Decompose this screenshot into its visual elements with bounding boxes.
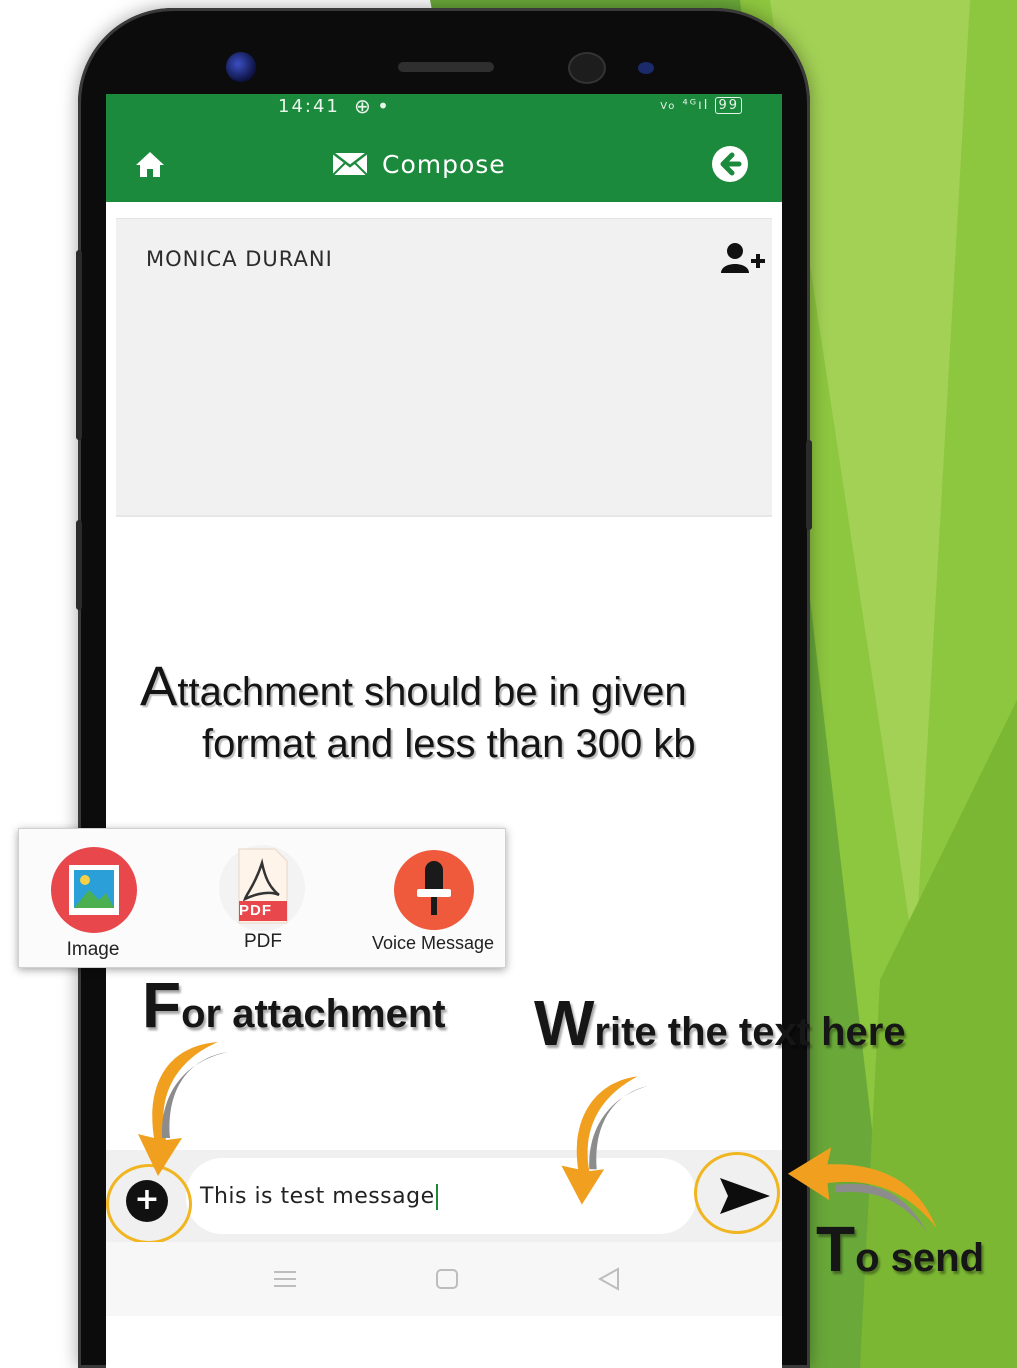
page-title: Compose [382, 149, 506, 179]
callout-write-text-label: rite the text here [594, 1010, 906, 1054]
vpn-icon: ⊕ • [354, 94, 389, 118]
callout-send-text: o send [855, 1236, 984, 1280]
callout-for-attachment: For attachment [142, 968, 446, 1042]
home-icon[interactable] [134, 150, 166, 178]
battery-level: 99 [718, 98, 739, 113]
attach-voice-label: Voice Message [371, 933, 495, 953]
recipient-name: MONICA DURANI [146, 247, 333, 271]
signal-battery-icons: Vo ⁴ᴳıl 99 [660, 97, 742, 114]
attach-image-option[interactable]: Image [23, 829, 163, 967]
image-icon [51, 847, 137, 933]
pdf-badge: PDF [239, 902, 272, 919]
front-camera-icon [226, 52, 256, 82]
recipient-card: MONICA DURANI [116, 218, 772, 517]
menu-icon[interactable] [272, 1266, 298, 1292]
attachment-info-note: Attachment should be in given format and… [140, 658, 760, 770]
iris-sensor-icon [568, 52, 606, 84]
info-note-line2: format and less than 300 kb [202, 722, 696, 766]
attach-pdf-label: PDF [244, 931, 282, 952]
power-button [806, 440, 812, 530]
app-title-group: Compose [332, 146, 506, 182]
status-time: 14:41 [278, 96, 340, 117]
attachment-arrow-icon [138, 1042, 228, 1176]
mail-icon [332, 152, 368, 176]
earpiece-speaker [398, 62, 494, 72]
app-bar: Compose [106, 126, 782, 202]
home-nav-icon[interactable] [434, 1266, 460, 1292]
system-nav-bar [106, 1242, 782, 1316]
arrow-left-icon [720, 152, 742, 176]
callout-write-text: Write the text here [534, 986, 906, 1060]
info-note-cap: A [140, 654, 178, 717]
attach-voice-option[interactable]: Voice Message [363, 829, 503, 967]
volume-button [76, 250, 82, 440]
pdf-icon [219, 845, 305, 931]
write-arrow-icon [561, 1076, 649, 1205]
text-caret [435, 1184, 438, 1210]
proximity-sensor-icon [638, 62, 654, 74]
info-note-line1: ttachment should be in given [177, 670, 687, 714]
attach-pdf-option[interactable]: PDF PDF [193, 829, 333, 967]
microphone-icon [394, 850, 474, 930]
add-user-icon[interactable] [718, 241, 768, 277]
status-bar: 14:41 ⊕ • Vo ⁴ᴳıl 99 [106, 94, 782, 126]
bixby-button [76, 520, 82, 610]
attachment-options-panel: Image PDF PDF Voice Message [18, 828, 506, 968]
back-nav-icon[interactable] [596, 1266, 622, 1292]
callout-write-cap: W [534, 987, 595, 1059]
battery-icon: 99 [715, 97, 742, 114]
back-button[interactable] [712, 146, 748, 182]
callout-attachment-text: or attachment [181, 992, 446, 1036]
volte-icon: Vo [660, 101, 677, 112]
send-arrow-icon [787, 1147, 937, 1233]
send-highlight-ring [694, 1152, 780, 1234]
attach-image-label: Image [66, 939, 120, 960]
callout-attachment-cap: F [142, 969, 182, 1041]
signal-icon: ⁴ᴳıl [682, 98, 710, 113]
